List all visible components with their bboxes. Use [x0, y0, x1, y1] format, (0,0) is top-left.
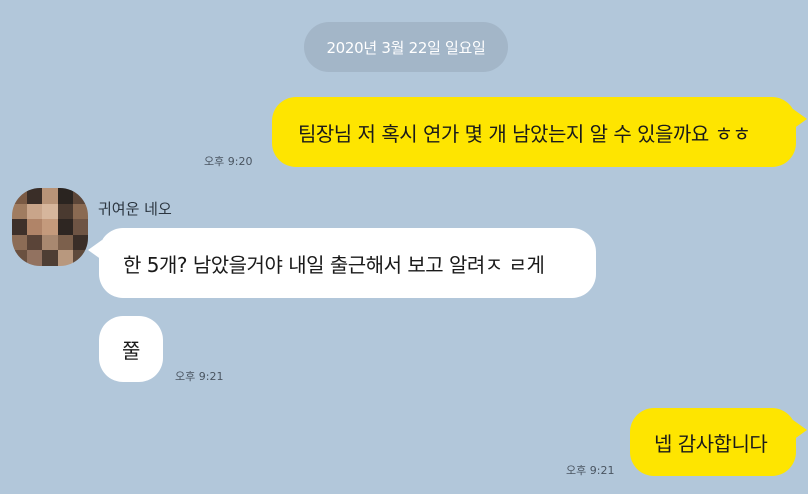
message-text: 한 5개? 남았을거야 내일 출근해서 보고 알려ㅈ ㄹ게: [123, 252, 545, 277]
avatar[interactable]: [12, 188, 88, 266]
avatar-pixel: [72, 203, 88, 220]
message-bubble-outgoing[interactable]: 넵 감사합니다: [630, 408, 807, 476]
bubble-tail: [793, 420, 807, 440]
avatar-pixel: [12, 250, 28, 266]
message-bubble-incoming[interactable]: 한 5개? 남았을거야 내일 출근해서 보고 알려ㅈ ㄹ게: [88, 228, 596, 298]
bubble-tail: [88, 240, 102, 260]
avatar-pixel: [57, 188, 73, 204]
avatar-pixel: [27, 219, 43, 235]
avatar-pixel: [72, 234, 88, 251]
message-timestamp: 오후 9:21: [175, 370, 224, 383]
avatar-pixel: [27, 250, 43, 266]
message-timestamp: 오후 9:20: [204, 155, 253, 168]
avatar-pixel: [72, 250, 88, 266]
message-bubble-outgoing[interactable]: 팀장님 저 혹시 연가 몇 개 남았는지 알 수 있을까요 ㅎㅎ: [272, 97, 807, 167]
avatar-pixel: [57, 234, 73, 251]
avatar-pixel: [42, 219, 58, 235]
message-timestamp: 오후 9:21: [566, 464, 615, 477]
avatar-pixel: [27, 203, 43, 220]
date-label: 2020년 3월 22일 일요일: [326, 38, 486, 57]
message-text: 넵 감사합니다: [654, 431, 768, 456]
avatar-pixel: [42, 203, 58, 220]
message-text: 팀장님 저 혹시 연가 몇 개 남았는지 알 수 있을까요 ㅎㅎ: [298, 121, 751, 146]
avatar-pixel: [12, 188, 28, 204]
avatar-pixel: [42, 188, 58, 204]
avatar-pixel: [57, 203, 73, 220]
avatar-pixel: [42, 234, 58, 251]
sender-name: 귀여운 네오: [98, 200, 172, 218]
bubble-tail: [793, 109, 807, 129]
avatar-pixel: [57, 250, 73, 266]
avatar-pixel: [27, 234, 43, 251]
message-bubble-incoming[interactable]: 쭐: [99, 316, 163, 382]
avatar-pixel: [12, 234, 28, 251]
avatar-pixel: [57, 219, 73, 235]
avatar-pixel: [27, 188, 43, 204]
avatar-pixel: [72, 188, 88, 204]
avatar-pixel: [42, 250, 58, 266]
avatar-pixel: [12, 219, 28, 235]
avatar-pixel: [12, 203, 28, 220]
message-text: 쭐: [122, 338, 140, 363]
avatar-pixel: [72, 219, 88, 235]
date-divider: 2020년 3월 22일 일요일: [304, 22, 508, 72]
